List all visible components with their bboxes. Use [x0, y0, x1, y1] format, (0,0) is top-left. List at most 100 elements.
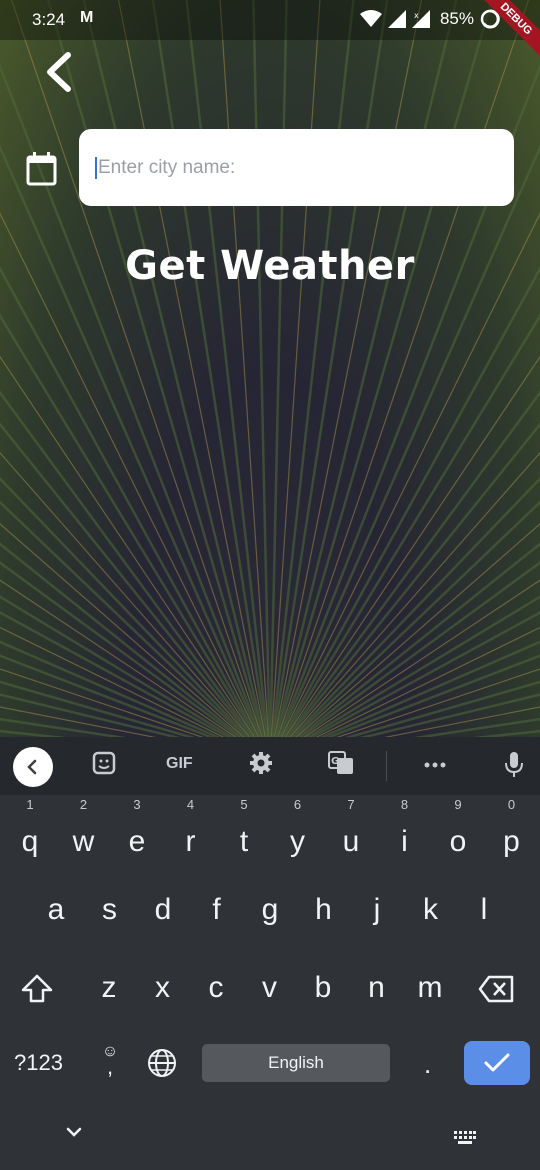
key-q[interactable]: q1: [5, 798, 55, 872]
microphone-icon[interactable]: [504, 751, 524, 784]
key-label: y: [290, 825, 305, 858]
space-key[interactable]: English: [202, 1044, 390, 1082]
key-label: a: [47, 893, 65, 926]
key-label: p: [503, 825, 520, 858]
key-m[interactable]: m: [405, 958, 455, 1018]
comma-label: ,: [106, 1054, 114, 1079]
translate-icon[interactable]: G: [328, 751, 354, 780]
key-f[interactable]: f: [192, 880, 242, 940]
city-input-placeholder: Enter city name:: [98, 156, 236, 178]
key-label: f: [212, 893, 221, 926]
emoji-comma-key[interactable]: ☺ ,: [98, 1043, 122, 1079]
key-label: x: [155, 971, 170, 1004]
key-number-hint: 8: [400, 797, 409, 812]
key-u[interactable]: u7: [326, 798, 376, 872]
background-image: [0, 0, 540, 737]
signal-icon: [387, 10, 406, 28]
key-label: w: [72, 825, 95, 858]
key-z[interactable]: z: [84, 958, 134, 1018]
key-j[interactable]: j: [352, 880, 402, 940]
key-label: g: [261, 893, 279, 926]
toolbar-divider: [386, 751, 387, 781]
key-label: m: [417, 971, 443, 1004]
period-key[interactable]: .: [424, 1049, 431, 1080]
chevron-down-icon: [66, 1127, 82, 1137]
key-label: h: [315, 893, 332, 926]
key-r[interactable]: r4: [166, 798, 216, 872]
key-label: k: [423, 893, 438, 926]
shift-icon: [21, 974, 53, 1003]
globe-icon: [148, 1049, 176, 1077]
key-c[interactable]: c: [191, 958, 241, 1018]
key-number-hint: 5: [240, 797, 248, 812]
checkmark-icon: [484, 1053, 510, 1072]
key-label: r: [185, 825, 196, 858]
page-title: Get Weather: [125, 243, 415, 289]
key-label: o: [449, 825, 467, 858]
key-label: v: [262, 971, 277, 1004]
gif-button[interactable]: GIF: [166, 755, 193, 773]
key-label: t: [239, 825, 249, 858]
key-s[interactable]: s: [85, 880, 135, 940]
key-b[interactable]: b: [298, 958, 348, 1018]
status-icons: x 85%: [359, 9, 500, 29]
backspace-icon: [478, 975, 514, 1003]
key-number-hint: 0: [507, 797, 516, 812]
keyboard-switcher-button[interactable]: [454, 1131, 476, 1150]
city-input[interactable]: Enter city name:: [79, 129, 514, 206]
enter-key[interactable]: [464, 1041, 530, 1085]
more-icon[interactable]: [423, 753, 447, 782]
key-d[interactable]: d: [138, 880, 188, 940]
key-number-hint: 2: [79, 797, 88, 812]
keyboard-collapse-button[interactable]: [13, 747, 53, 787]
wifi-icon: [359, 10, 382, 27]
symbols-key[interactable]: ?123: [14, 1050, 63, 1076]
shift-key[interactable]: [20, 973, 54, 1010]
key-number-hint: 6: [293, 797, 302, 812]
battery-percentage: 85%: [439, 9, 474, 28]
key-v[interactable]: v: [245, 958, 295, 1018]
backspace-key[interactable]: [478, 975, 514, 1008]
key-label: l: [480, 893, 488, 926]
key-o[interactable]: o9: [433, 798, 483, 872]
key-label: u: [342, 825, 360, 858]
key-p[interactable]: p0: [487, 798, 537, 872]
key-h[interactable]: h: [299, 880, 349, 940]
hide-keyboard-button[interactable]: [64, 1125, 84, 1144]
key-k[interactable]: k: [406, 880, 456, 940]
key-x[interactable]: x: [138, 958, 188, 1018]
chevron-left-icon: [27, 759, 37, 775]
key-t[interactable]: t5: [219, 798, 269, 872]
key-n[interactable]: n: [352, 958, 402, 1018]
key-label: i: [401, 825, 408, 858]
key-label: j: [373, 893, 381, 926]
key-label: c: [208, 971, 224, 1004]
svg-text:x: x: [414, 11, 419, 20]
key-a[interactable]: a: [31, 880, 81, 940]
gear-icon[interactable]: [249, 751, 273, 780]
sticker-icon[interactable]: [92, 751, 116, 780]
key-label: e: [128, 825, 146, 858]
key-label: n: [368, 971, 385, 1004]
key-e[interactable]: e3: [112, 798, 162, 872]
key-w[interactable]: w2: [59, 798, 109, 872]
key-number-hint: 4: [186, 797, 195, 812]
language-key[interactable]: [147, 1048, 177, 1083]
key-i[interactable]: i8: [380, 798, 430, 872]
key-number-hint: 3: [133, 797, 141, 812]
status-bar: 3:24 M x 85% DEBUG: [0, 0, 540, 61]
calendar-icon[interactable]: [25, 150, 59, 188]
back-arrow-icon: [47, 52, 71, 92]
key-l[interactable]: l: [459, 880, 509, 940]
key-number-hint: 7: [347, 797, 355, 812]
back-button[interactable]: [38, 50, 82, 94]
key-label: s: [102, 893, 117, 926]
key-number-hint: 9: [454, 797, 462, 812]
key-label: b: [314, 971, 332, 1004]
signal-x-icon: x: [411, 10, 430, 28]
key-label: z: [101, 971, 117, 1004]
key-y[interactable]: y6: [273, 798, 323, 872]
key-number-hint: 1: [26, 797, 34, 812]
svg-text:G: G: [331, 756, 339, 767]
key-g[interactable]: g: [245, 880, 295, 940]
